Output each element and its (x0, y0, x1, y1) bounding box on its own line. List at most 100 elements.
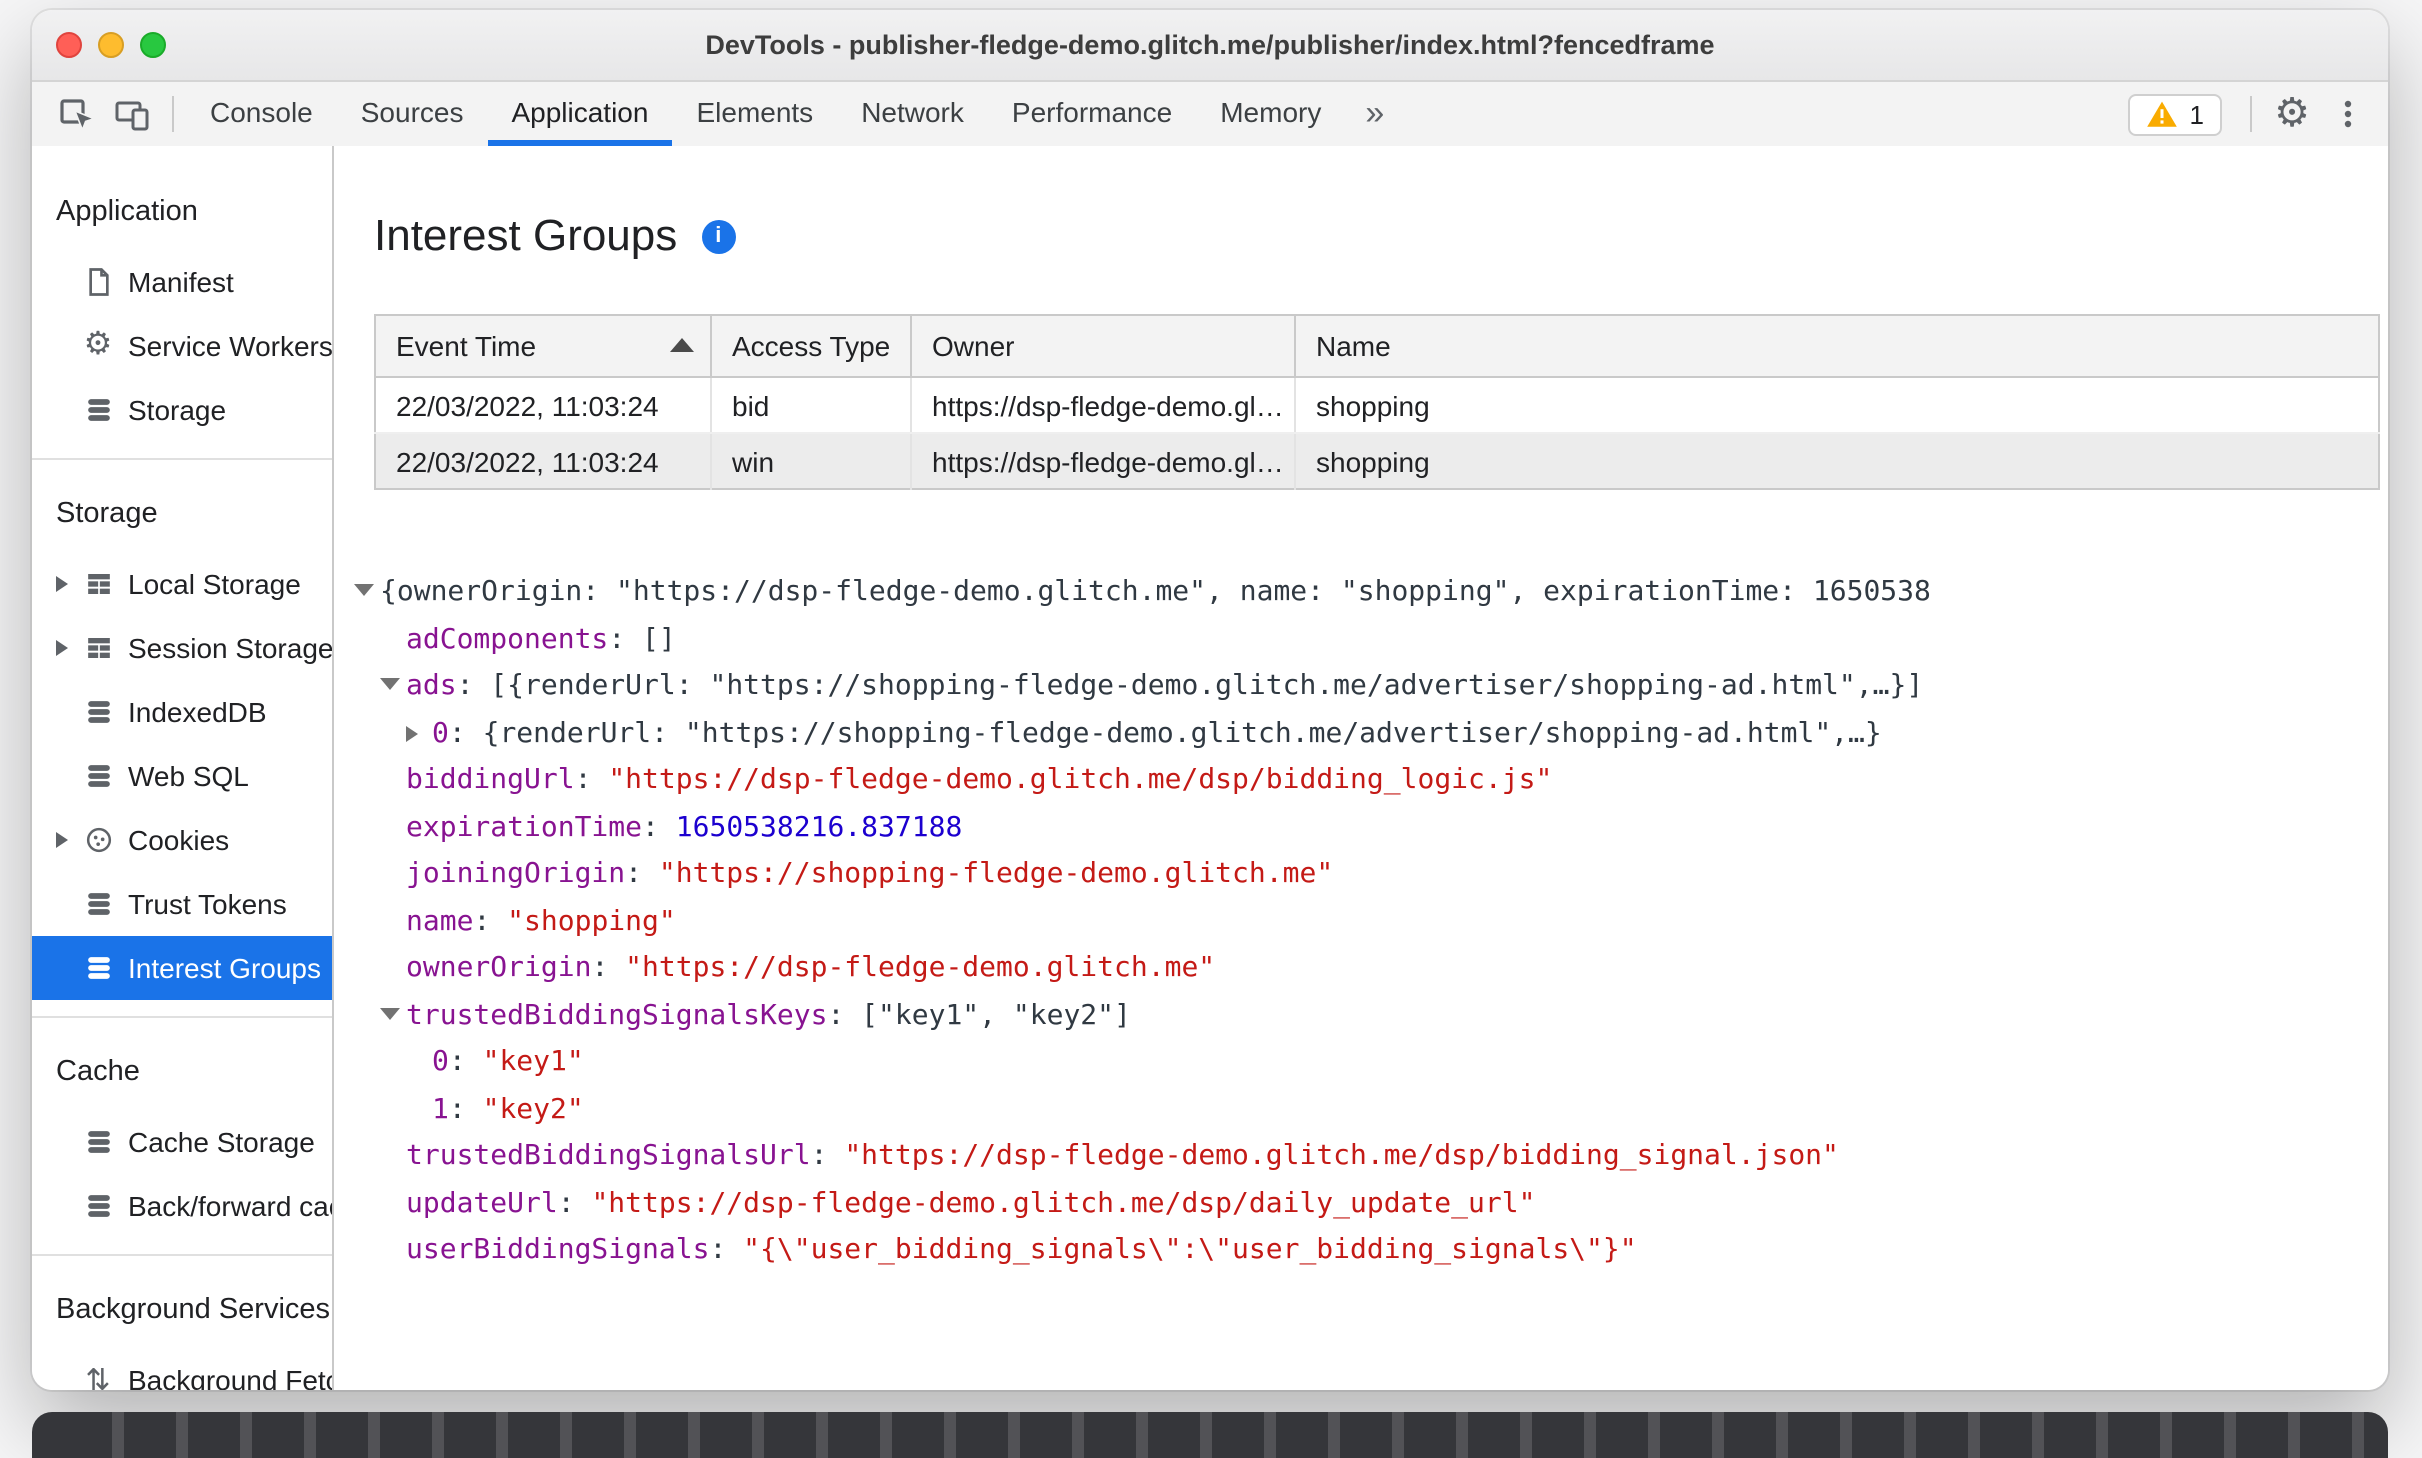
event-cell: shopping (1295, 377, 2379, 434)
tab-memory[interactable]: Memory (1196, 82, 1345, 146)
sidebar-item-cache-storage[interactable]: Cache Storage (32, 1110, 332, 1174)
json-string: "https://dsp-fledge-demo.glitch.me" (625, 952, 1216, 984)
json-string: "shopping" (507, 905, 676, 937)
json-string: "{\"user_bidding_signals\":\"user_biddin… (743, 1234, 1637, 1266)
tab-performance[interactable]: Performance (988, 82, 1196, 146)
tree-row[interactable]: ads: [{renderUrl: "https://shopping-fled… (334, 664, 2388, 711)
expander-down-icon[interactable] (354, 570, 380, 617)
toolbar-separator (172, 96, 174, 132)
tree-row[interactable]: trustedBiddingSignalsKeys: ["key1", "key… (334, 993, 2388, 1040)
event-cell: 22/03/2022, 11:03:24 (375, 377, 712, 434)
page-title: Interest Groups (374, 210, 678, 260)
sidebar-item-service-workers[interactable]: ⚙ Service Workers (32, 314, 332, 378)
sidebar-item-label: Service Workers (128, 330, 332, 362)
tree-row[interactable]: name: "shopping" (334, 899, 2388, 946)
customize-menu-button[interactable] (2320, 86, 2376, 142)
tree-row[interactable]: expirationTime: 1650538216.837188 (334, 805, 2388, 852)
sidebar-item-back-forward-cach[interactable]: Back/forward cach (32, 1174, 332, 1238)
event-row[interactable]: 22/03/2022, 11:03:24 bid https://dsp-fledg… (375, 377, 2379, 434)
tree-row[interactable]: {ownerOrigin: "https://dsp-fledge-demo.g… (334, 570, 2388, 617)
json-string: "key2" (482, 1093, 584, 1125)
tab-elements[interactable]: Elements (672, 82, 837, 146)
more-tabs-button[interactable]: » (1345, 84, 1404, 144)
zoom-button[interactable] (140, 32, 166, 58)
tree-row[interactable]: biddingUrl: "https://dsp-fledge-demo.gli… (334, 758, 2388, 805)
device-toolbar-button[interactable] (104, 86, 160, 142)
close-button[interactable] (56, 32, 82, 58)
sidebar-separator (32, 1254, 332, 1256)
device-toolbar-icon (115, 101, 149, 131)
json-key: 0 (432, 1046, 449, 1078)
background-window-bar (32, 1412, 2388, 1458)
sidebar-item-label: Interest Groups (128, 952, 321, 984)
tree-row[interactable]: 0: "key1" (334, 1040, 2388, 1087)
sidebar-item-cookies[interactable]: Cookies (32, 808, 332, 872)
tab-network[interactable]: Network (837, 82, 988, 146)
minimize-button[interactable] (98, 32, 124, 58)
sidebar-item-session-storage[interactable]: Session Storage (32, 616, 332, 680)
events-table: Event Time Access Type Owner Name 22/03/202… (374, 314, 2380, 490)
expander-right-icon[interactable] (56, 640, 82, 656)
sidebar-item-manifest[interactable]: Manifest (32, 250, 332, 314)
sidebar-item-web-sql[interactable]: Web SQL (32, 744, 332, 808)
event-cell: bid (711, 377, 912, 434)
database-icon (82, 760, 114, 792)
tab-sources[interactable]: Sources (337, 82, 488, 146)
event-row[interactable]: 22/03/2022, 11:03:24 win https://dsp-fledg… (375, 433, 2379, 489)
column-header-access-type[interactable]: Access Type (711, 315, 912, 378)
column-header-owner[interactable]: Owner (911, 315, 1296, 378)
database-icon (82, 1126, 114, 1158)
table-icon (82, 568, 114, 600)
settings-button[interactable]: ⚙ (2264, 86, 2320, 142)
json-string: "https://dsp-fledge-demo.glitch.me/dsp/b… (608, 764, 1553, 796)
json-plain: : (557, 1187, 592, 1219)
sidebar-item-background-fetch[interactable]: ⇅ Background Fetch (32, 1348, 332, 1390)
tree-row[interactable]: adComponents: [] (334, 617, 2388, 664)
tab-console[interactable]: Console (186, 82, 337, 146)
info-icon[interactable]: i (701, 219, 736, 253)
expander-right-icon[interactable] (406, 711, 432, 758)
tree-row[interactable]: 0: {renderUrl: "https://shopping-fledge-… (334, 711, 2388, 758)
sidebar-item-label: Local Storage (128, 568, 301, 600)
warnings-badge[interactable]: 1 (2127, 93, 2222, 135)
expander-down-icon[interactable] (380, 993, 406, 1040)
json-string: "https://dsp-fledge-demo.glitch.me/dsp/d… (591, 1187, 1536, 1219)
expander-right-icon[interactable] (56, 832, 82, 848)
event-cell: shopping (1316, 445, 1430, 477)
sidebar-item-indexeddb[interactable]: IndexedDB (32, 680, 332, 744)
sidebar-item-local-storage[interactable]: Local Storage (32, 552, 332, 616)
tree-row[interactable]: ownerOrigin: "https://dsp-fledge-demo.gl… (334, 946, 2388, 993)
json-key: biddingUrl (406, 764, 575, 796)
json-plain: {ownerOrigin: "https://dsp-fledge-demo.g… (380, 576, 1931, 608)
application-sidebar: Application Manifest ⚙ Service Workers Stora… (32, 146, 334, 1390)
json-key: joiningOrigin (406, 858, 626, 890)
gear-icon: ⚙ (2274, 92, 2310, 136)
tree-row[interactable]: 1: "key2" (334, 1087, 2388, 1134)
events-table-body: 22/03/2022, 11:03:24 bid https://dsp-fledg… (375, 377, 2379, 489)
sidebar-item-interest-groups[interactable]: Interest Groups (32, 936, 332, 1000)
sidebar-item-label: Cache Storage (128, 1126, 315, 1158)
sidebar-item-trust-tokens[interactable]: Trust Tokens (32, 872, 332, 936)
tree-row[interactable]: joiningOrigin: "https://shopping-fledge-… (334, 852, 2388, 899)
tree-row[interactable]: trustedBiddingSignalsUrl: "https://dsp-f… (334, 1134, 2388, 1181)
sidebar-item-storage[interactable]: Storage (32, 378, 332, 442)
json-key: ownerOrigin (406, 952, 592, 984)
tree-row[interactable]: userBiddingSignals: "{\"user_bidding_sig… (334, 1228, 2388, 1275)
sidebar-section-storage: Storage (56, 498, 158, 530)
database-icon (82, 888, 114, 920)
column-title: Name (1316, 330, 1391, 362)
sidebar-item-label: Trust Tokens (128, 888, 287, 920)
expander-right-icon[interactable] (56, 576, 82, 592)
fetch-icon: ⇅ (85, 1363, 111, 1390)
tab-application[interactable]: Application (487, 82, 672, 146)
column-header-event-time[interactable]: Event Time (375, 315, 712, 378)
json-key: expirationTime (406, 811, 643, 843)
column-header-name[interactable]: Name (1295, 315, 2379, 378)
inspect-element-button[interactable] (48, 86, 104, 142)
json-string: "https://dsp-fledge-demo.glitch.me/dsp/b… (844, 1140, 1839, 1172)
json-plain: : ["key1", "key2"] (827, 999, 1131, 1031)
json-key: adComponents (406, 623, 609, 655)
tree-row[interactable]: updateUrl: "https://dsp-fledge-demo.glit… (334, 1181, 2388, 1228)
expander-down-icon[interactable] (380, 664, 406, 711)
sidebar-item-label: Back/forward cach (128, 1190, 332, 1222)
